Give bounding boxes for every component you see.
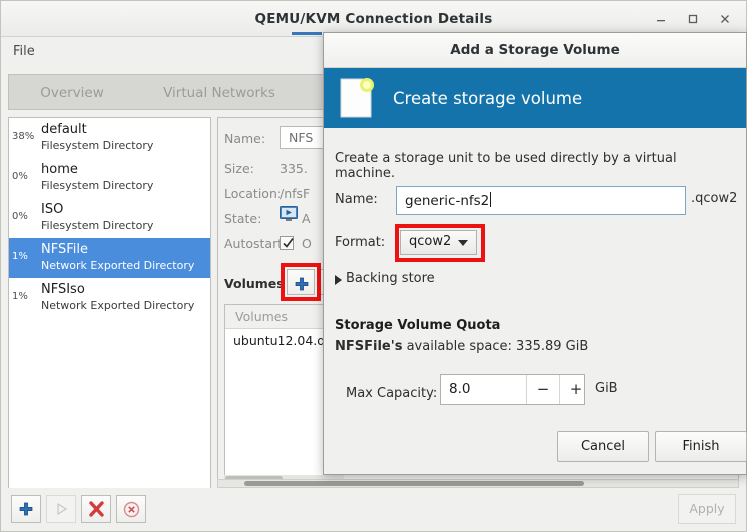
pool-type: Network Exported Directory (41, 258, 210, 273)
pool-type: Filesystem Directory (41, 178, 210, 193)
start-pool-button[interactable] (46, 495, 76, 523)
pool-list-item[interactable]: 1% NFSIso Network Exported Directory (9, 278, 210, 318)
quota-section-title: Storage Volume Quota (335, 318, 500, 333)
pool-name: NFSFile (41, 241, 210, 258)
quota-available-space: NFSFile's available space: 335.89 GiB (335, 339, 588, 354)
pool-usage-percent: 1% (12, 291, 38, 302)
highlight-box-add-volume (281, 263, 321, 301)
pool-name: NFSIso (41, 281, 210, 298)
menu-file[interactable]: File (9, 44, 39, 59)
volume-name-extension: .qcow2 (691, 191, 737, 206)
spinner-increment-button[interactable]: + (567, 380, 585, 398)
pool-usage-percent: 1% (12, 251, 38, 262)
dialog-description: Create a storage unit to be used directl… (335, 151, 738, 181)
spinner-divider (559, 375, 560, 404)
autostart-checkbox[interactable] (280, 236, 294, 250)
pool-usage-percent: 38% (12, 131, 38, 142)
cancel-button[interactable]: Cancel (557, 431, 649, 462)
expander-triangle-icon[interactable] (335, 275, 342, 285)
details-hscrollbar[interactable] (217, 479, 739, 488)
pool-type: Network Exported Directory (41, 298, 210, 313)
pool-name: default (41, 121, 210, 138)
scrollbar-thumb[interactable] (244, 481, 584, 486)
detail-value-size: 335. (280, 161, 308, 176)
pool-active-icon (280, 206, 298, 221)
finish-button[interactable]: Finish (655, 431, 747, 462)
detail-value-autostart: O (302, 236, 312, 251)
max-capacity-spinner[interactable]: 8.0 − + (440, 374, 585, 405)
detail-label-autostart: Autostart: (224, 236, 286, 251)
tab-overview[interactable]: Overview (17, 75, 127, 111)
pool-usage-percent: 0% (12, 171, 38, 182)
add-pool-button[interactable] (11, 495, 41, 523)
detail-label-size: Size: (224, 161, 254, 176)
pool-list-item[interactable]: 0% home Filesystem Directory (9, 158, 210, 198)
pool-list-item[interactable]: 0% ISO Filesystem Directory (9, 198, 210, 238)
volume-format-label: Format: (335, 235, 385, 250)
close-icon[interactable] (710, 7, 740, 31)
dialog-title: Add a Storage Volume (324, 42, 746, 58)
pool-usage-percent: 0% (12, 211, 38, 222)
detail-label-name: Name: (224, 131, 265, 146)
window-controls (646, 7, 740, 31)
minimize-icon[interactable] (646, 7, 676, 31)
dialog-header-title: Create storage volume (393, 89, 582, 108)
max-capacity-value[interactable]: 8.0 (449, 381, 470, 397)
apply-button[interactable]: Apply (678, 494, 736, 524)
active-tab-indicator (292, 32, 322, 35)
pool-type: Filesystem Directory (41, 218, 210, 233)
detail-value-location: /nfsF (280, 186, 310, 201)
text-caret (490, 192, 491, 207)
detail-label-state: State: (224, 211, 261, 226)
storage-pool-list[interactable]: 38% default Filesystem Directory 0% home… (8, 117, 211, 490)
tab-virtual-networks[interactable]: Virtual Networks (139, 75, 299, 111)
stop-pool-button[interactable] (81, 495, 111, 523)
quota-available-text: available space: 335.89 GiB (402, 339, 588, 354)
detail-label-location: Location: (224, 186, 281, 201)
add-storage-volume-dialog: Add a Storage Volume Create storage volu… (323, 32, 747, 475)
volume-name-text: generic-nfs2 (405, 193, 489, 209)
pool-name: home (41, 161, 210, 178)
dialog-header-banner: Create storage volume (324, 68, 746, 128)
quota-pool-name: NFSFile's (335, 339, 402, 354)
dialog-titlebar: Add a Storage Volume (324, 33, 746, 68)
backing-store-expander[interactable]: Backing store (346, 271, 435, 286)
volume-name-input[interactable]: generic-nfs2 (396, 186, 686, 215)
new-volume-icon (337, 77, 377, 119)
highlight-box-format (395, 224, 485, 262)
maximize-icon[interactable] (678, 7, 708, 31)
bottom-toolbar: Apply (1, 488, 746, 531)
main-window-title: QEMU/KVM Connection Details (1, 11, 746, 27)
pool-list-item[interactable]: 38% default Filesystem Directory (9, 118, 210, 158)
max-capacity-label: Max Capacity: (346, 386, 437, 401)
spinner-decrement-button[interactable]: − (534, 380, 552, 398)
volumes-section-label: Volumes (224, 276, 284, 291)
delete-pool-button[interactable] (116, 495, 146, 523)
detail-value-state: A (302, 211, 311, 226)
pool-name: ISO (41, 201, 210, 218)
pool-type: Filesystem Directory (41, 138, 210, 153)
max-capacity-unit: GiB (595, 381, 618, 396)
spinner-divider (526, 375, 527, 404)
pool-list-item-selected[interactable]: 1% NFSFile Network Exported Directory (9, 238, 210, 278)
volume-name-label: Name: (335, 192, 378, 207)
